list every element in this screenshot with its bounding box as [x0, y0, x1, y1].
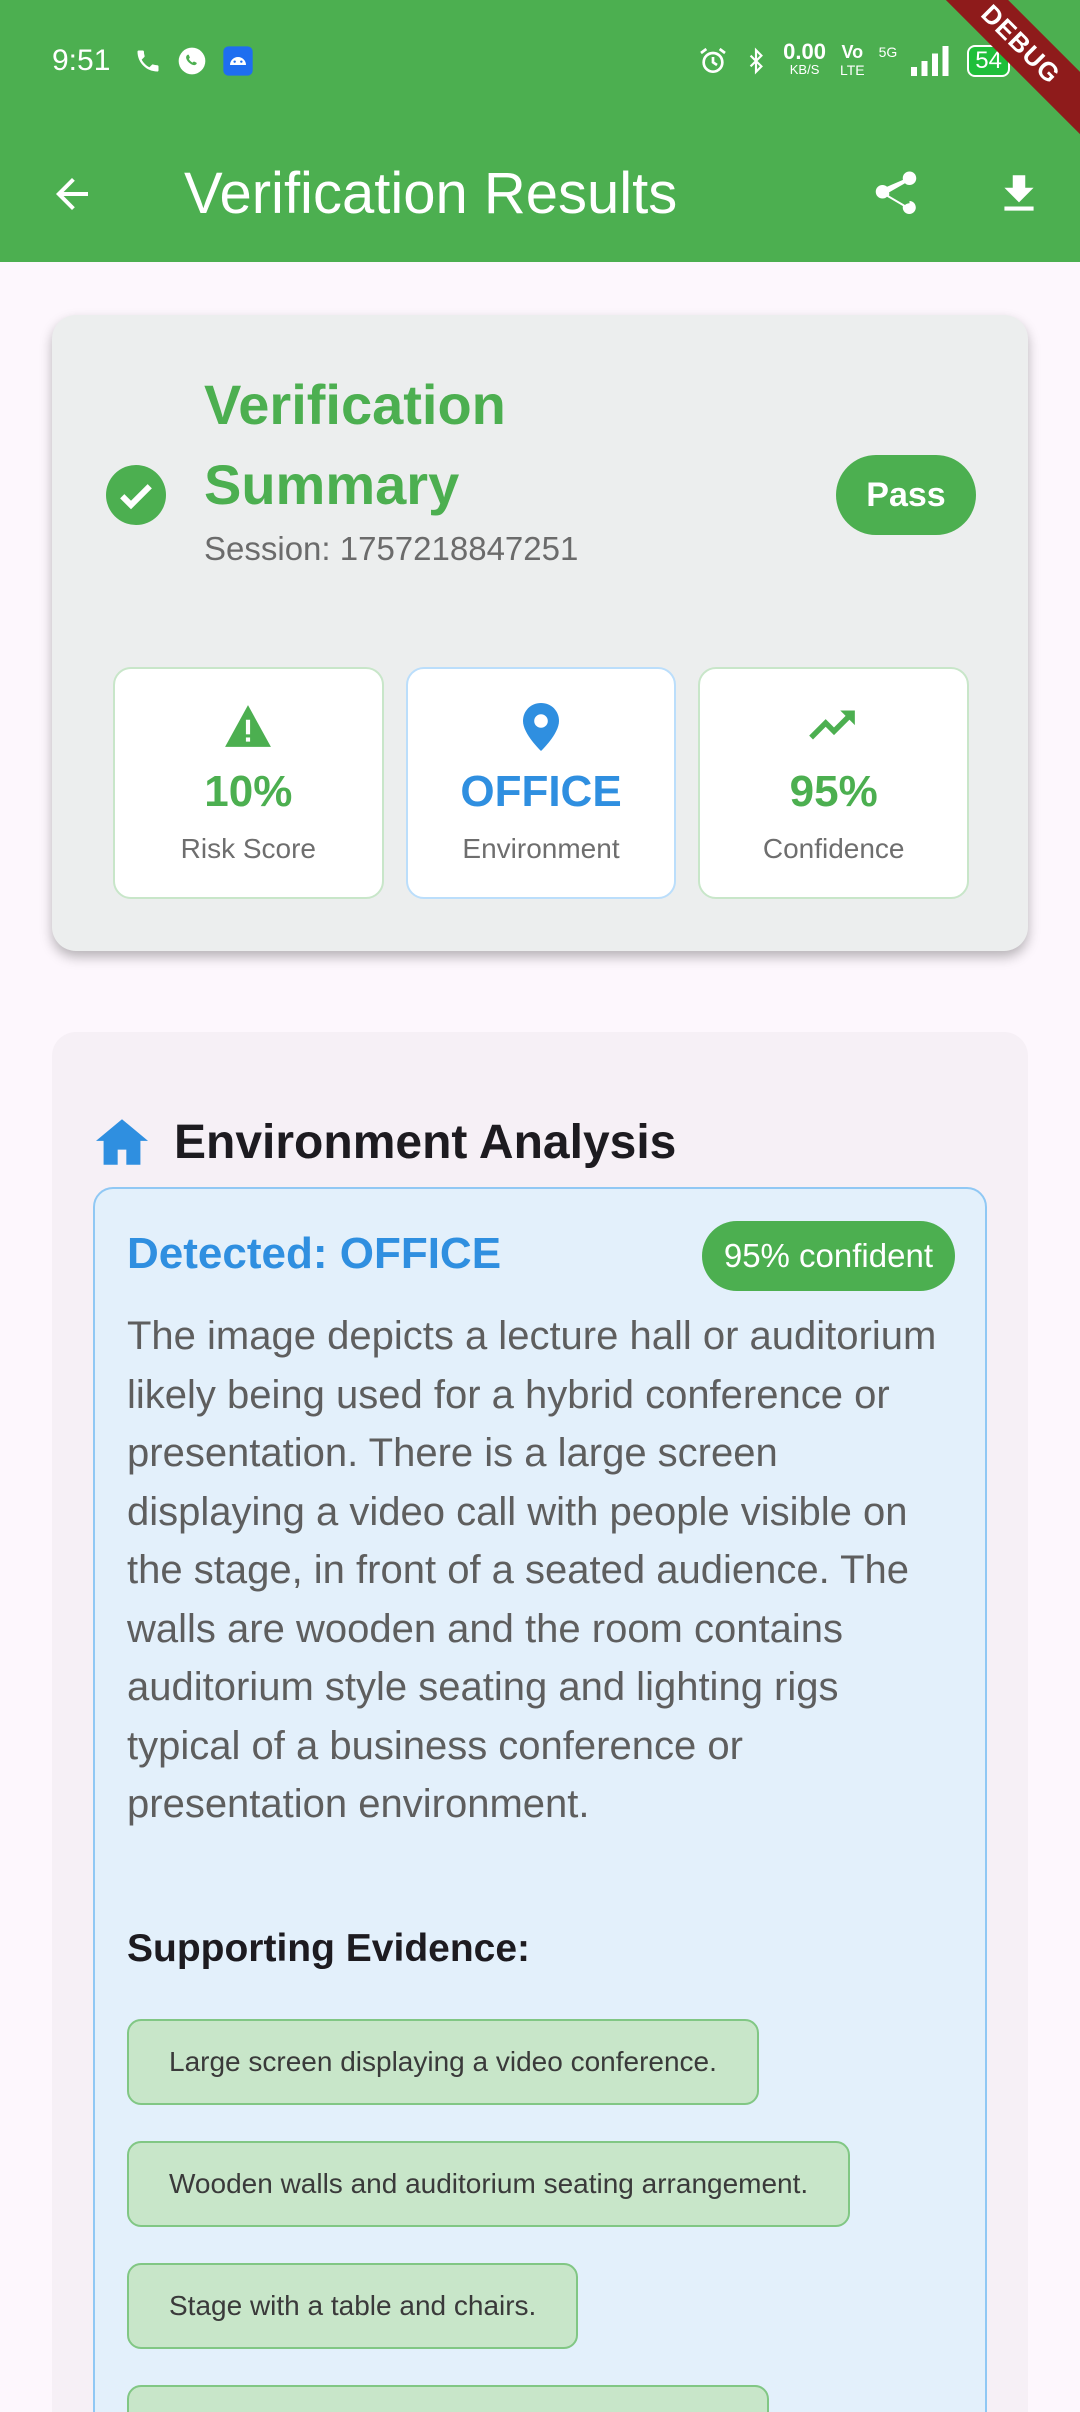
whatsapp-icon [178, 47, 206, 75]
alarm-icon [700, 47, 726, 73]
status-time: 9:51 [52, 44, 111, 77]
share-icon [875, 171, 917, 215]
phone-icon [137, 50, 159, 72]
share-button[interactable] [860, 158, 932, 230]
trending-up-icon [808, 710, 855, 740]
detected-environment-panel: Detected: OFFICE 95% confident The image… [93, 1187, 987, 2412]
evidence-chip: Stage with a table and chairs. [127, 2263, 579, 2349]
net-speed: 0.00 KB/S [783, 39, 826, 78]
warning-icon [225, 705, 272, 747]
back-button[interactable] [36, 158, 108, 230]
environment-analysis-card: Environment Analysis Detected: OFFICE 95… [52, 1032, 1028, 2412]
summary-title: Verification Summary [204, 373, 506, 516]
status-bar: 9:51 0.00 KB/S Vo LTE 5G 54 [0, 0, 1080, 124]
home-icon [96, 1119, 148, 1165]
evidence-chip: Large screen displaying a video conferen… [127, 2019, 759, 2105]
arrow-back-icon [56, 178, 88, 210]
download-button[interactable] [983, 158, 1055, 230]
page-title: Verification Results [184, 161, 678, 226]
evidence-list: Large screen displaying a video conferen… [127, 2019, 967, 2412]
evidence-chip-partial [127, 2385, 769, 2412]
metrics-row: 10% Risk Score OFFICE Environment 95% Co… [113, 667, 970, 899]
check-circle-icon [106, 465, 166, 525]
android-icon [223, 46, 253, 76]
signal-bars-icon [911, 46, 949, 76]
section-title: Environment Analysis [174, 1115, 677, 1169]
detected-environment: Detected: OFFICE [127, 1229, 502, 1278]
metric-value: 95% [789, 767, 878, 816]
metric-value: 10% [204, 767, 293, 816]
volte-indicator: Vo LTE [839, 42, 865, 78]
metric-label: Risk Score [180, 833, 317, 864]
app-bar: Verification Results [0, 124, 1080, 262]
metric-confidence: 95% Confidence [698, 667, 970, 899]
signal-label: 5G [878, 44, 898, 60]
bluetooth-icon [749, 47, 764, 75]
confidence-badge: 95% confident [701, 1221, 955, 1291]
status-badge: Pass [836, 455, 976, 535]
session-id: Session: 1757218847251 [204, 530, 579, 567]
status-right-icons: 0.00 KB/S Vo LTE 5G 54 [697, 39, 1010, 78]
top-bar: 9:51 0.00 KB/S Vo LTE 5G 54 Verification… [0, 0, 1080, 262]
verification-summary-card: Verification Summary Session: 1757218847… [52, 315, 1028, 951]
metric-label: Confidence [762, 833, 905, 864]
evidence-chip: Wooden walls and auditorium seating arra… [127, 2141, 851, 2227]
metric-risk-score: 10% Risk Score [113, 667, 384, 899]
location-pin-icon [523, 703, 559, 751]
environment-header: Environment Analysis [96, 1082, 676, 1202]
metric-label: Environment [462, 833, 620, 864]
status-left-icons [134, 44, 254, 78]
metric-environment: OFFICE Environment [405, 667, 677, 899]
download-icon [1004, 175, 1034, 211]
evidence-heading: Supporting Evidence: [127, 1927, 531, 1970]
environment-description: The image depicts a lecture hall or audi… [127, 1314, 937, 1826]
metric-value: OFFICE [460, 767, 622, 816]
